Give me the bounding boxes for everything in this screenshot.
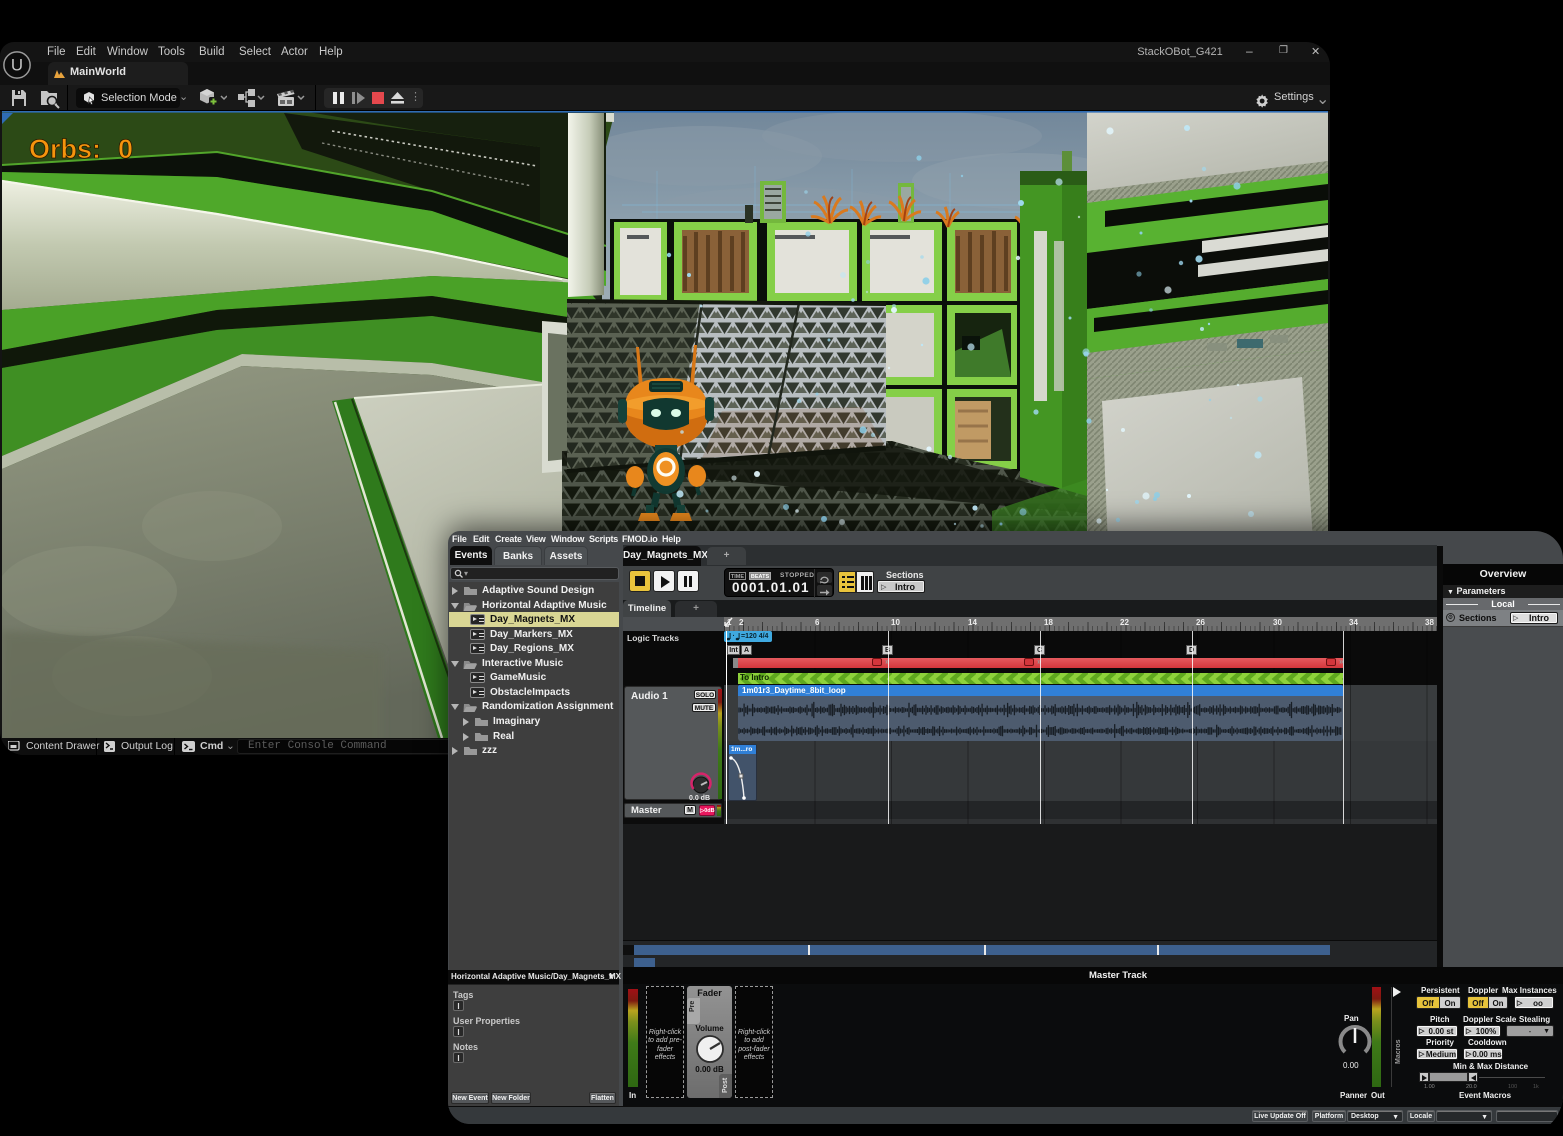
svg-text:Orbs:: Orbs: bbox=[29, 134, 101, 164]
svg-text:0: 0 bbox=[118, 134, 133, 164]
svg-text:U: U bbox=[11, 56, 23, 75]
